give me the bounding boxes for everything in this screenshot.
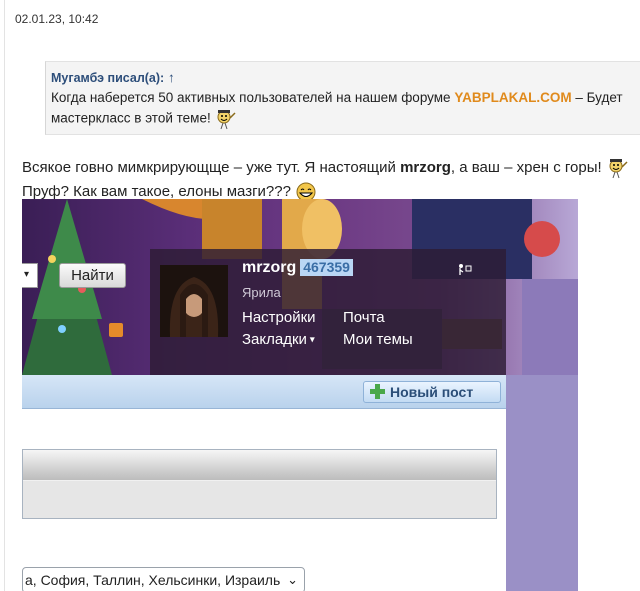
dancing-smiley-icon (609, 159, 628, 179)
bookmarks-label: Закладки (242, 331, 307, 348)
quote-brand-name: YABPLAKAL.COM (454, 90, 572, 105)
quote-text-line2: мастеркласс в этой теме! (51, 110, 211, 126)
username[interactable]: mrzorg (242, 259, 296, 276)
city-select-value: а, София, Таллин, Хельсинки, Израиль (25, 572, 281, 588)
rss-icon[interactable] (109, 323, 123, 337)
quote-jump-arrow[interactable]: ↑ (168, 70, 175, 85)
user-role: Ярила (242, 285, 281, 300)
panel-header (23, 450, 496, 480)
post-text-bold: mrzorg (400, 159, 451, 176)
quote-text-part1: Когда наберется 50 активных пользователе… (51, 90, 455, 105)
user-id-badge: 467359 (300, 259, 353, 276)
settings-link[interactable]: Настройки (242, 309, 316, 326)
search-button[interactable]: Найти (59, 263, 126, 288)
post-body: Всякое говно мимкрирующще – уже тут. Я н… (22, 156, 628, 204)
quote-text-part2: – Будет (571, 90, 623, 105)
post-text-part2: , а ваш – хрен с горы! (450, 159, 602, 176)
avatar[interactable] (160, 265, 228, 337)
new-post-button[interactable]: Новый пост (363, 381, 501, 403)
chevron-down-icon: ⌄ (287, 572, 298, 587)
right-side-panel (506, 375, 578, 591)
quote-author[interactable]: Мугамбэ писал(а): (51, 71, 164, 85)
left-border (4, 0, 5, 591)
username-line: mrzorg 467359 (242, 259, 353, 277)
content-panel (22, 449, 497, 519)
panel-row (23, 481, 496, 518)
post-text-part1: Всякое говно мимкрирующще – уже тут. Я н… (22, 159, 401, 176)
logout-icon[interactable] (458, 263, 472, 275)
embedded-screenshot: ▾ Найти mrzorg 467359 Ярила Настройки Поч… (22, 199, 578, 591)
chevron-down-icon: ▾ (24, 269, 30, 280)
post-text-line2: Пруф? Как вам такое, елоны мазги??? (22, 183, 291, 200)
plus-icon (370, 384, 385, 399)
bookmarks-link[interactable]: Закладки ▾ (242, 331, 315, 348)
my-topics-link[interactable]: Мои темы (343, 331, 413, 348)
city-select[interactable]: а, София, Таллин, Хельсинки, Израиль ⌄ (22, 567, 305, 591)
dancing-smiley-icon (217, 110, 237, 130)
mail-link[interactable]: Почта (343, 309, 385, 326)
new-post-label: Новый пост (390, 384, 474, 400)
post-timestamp: 02.01.23, 10:42 (15, 12, 99, 26)
chevron-down-icon: ▾ (306, 334, 315, 346)
quote-block: Мугамбэ писал(а): ↑ Когда наберется 50 а… (45, 61, 640, 135)
search-scope-dropdown[interactable]: ▾ (22, 263, 38, 288)
